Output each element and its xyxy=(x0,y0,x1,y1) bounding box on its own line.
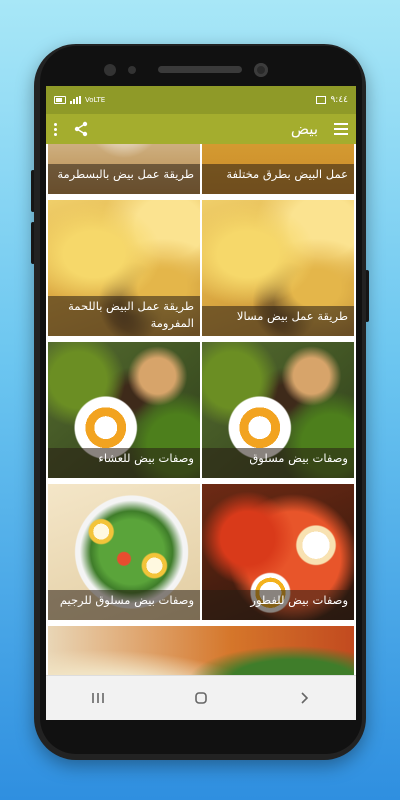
recipe-title: طريقة عمل بيض بالبسطرمة xyxy=(48,164,200,194)
image-notification-icon xyxy=(316,96,327,104)
clock: ٩:٤٤ xyxy=(330,95,348,105)
recents-icon[interactable] xyxy=(78,683,118,713)
back-icon[interactable] xyxy=(284,683,324,713)
recipe-card[interactable]: وصفات بيض مسلوق xyxy=(202,342,354,478)
app-toolbar: بيض xyxy=(46,114,356,144)
share-icon[interactable] xyxy=(73,121,89,137)
recipe-card[interactable]: طريقة عمل البيض باللحمة المفرومة xyxy=(48,200,200,336)
recipe-title: وصفات بيض للعشاء xyxy=(48,448,200,478)
page-title: بيض xyxy=(290,120,318,138)
battery-icon xyxy=(54,96,66,104)
recipe-title: وصفات بيض مسلوق xyxy=(202,448,354,478)
recipe-card[interactable]: طريقة عمل بيض بالبسطرمة xyxy=(48,144,200,194)
app-screen: VoLTE ٩:٤٤ بيض عمل البيض بطرق مختلفة طري… xyxy=(46,86,356,720)
more-vert-icon[interactable] xyxy=(54,122,57,136)
recipe-card[interactable]: طريقة عمل بيض مسالا xyxy=(202,200,354,336)
recipe-card[interactable]: وصفات بيض للفطور xyxy=(202,484,354,620)
recipe-title: وصفات بيض مسلوق للرجيم xyxy=(48,590,200,620)
hamburger-menu-icon[interactable] xyxy=(334,123,348,135)
front-camera xyxy=(254,63,268,77)
carrier-label: VoLTE xyxy=(85,96,106,104)
toolbar-title-group: بيض xyxy=(291,120,348,138)
status-right: ٩:٤٤ xyxy=(316,95,348,105)
recipe-grid: عمل البيض بطرق مختلفة طريقة عمل بيض بالب… xyxy=(46,144,356,676)
front-sensor-2 xyxy=(128,66,136,74)
recipe-banner[interactable] xyxy=(48,626,354,676)
signal-icon xyxy=(70,96,81,104)
recipe-card[interactable]: عمل البيض بطرق مختلفة xyxy=(202,144,354,194)
recipe-card[interactable]: وصفات بيض مسلوق للرجيم xyxy=(48,484,200,620)
status-left: VoLTE xyxy=(54,96,105,104)
recipe-title: وصفات بيض للفطور xyxy=(202,590,354,620)
recipe-card[interactable]: وصفات بيض للعشاء xyxy=(48,342,200,478)
status-bar: VoLTE ٩:٤٤ xyxy=(46,86,356,114)
front-sensor xyxy=(104,64,116,76)
recipe-title: طريقة عمل البيض باللحمة المفرومة xyxy=(48,296,200,336)
speaker-grille xyxy=(158,66,242,73)
recipe-title: عمل البيض بطرق مختلفة xyxy=(202,164,354,194)
system-nav-bar xyxy=(46,675,356,720)
home-icon[interactable] xyxy=(181,683,221,713)
toolbar-actions xyxy=(54,121,89,137)
recipe-title: طريقة عمل بيض مسالا xyxy=(202,306,354,336)
